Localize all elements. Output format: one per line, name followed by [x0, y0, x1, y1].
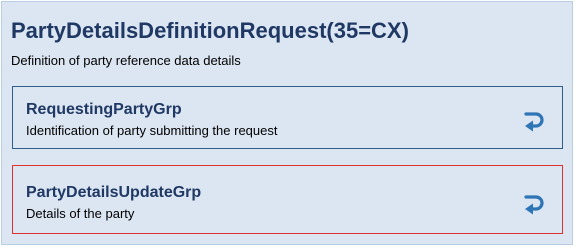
- message-description: Definition of party reference data detai…: [11, 53, 241, 68]
- group-title: PartyDetailsUpdateGrp: [26, 184, 202, 201]
- group-box-requesting-party[interactable]: RequestingPartyGrp Identification of par…: [12, 86, 563, 149]
- message-title: PartyDetailsDefinitionRequest(35=CX): [11, 18, 409, 43]
- group-description: Details of the party: [26, 206, 135, 221]
- group-title: RequestingPartyGrp: [26, 101, 182, 118]
- group-description: Identification of party submitting the r…: [26, 123, 278, 138]
- return-arrow-icon[interactable]: [520, 190, 548, 218]
- return-arrow-icon[interactable]: [520, 107, 548, 135]
- message-container: PartyDetailsDefinitionRequest(35=CX) Def…: [1, 1, 573, 245]
- group-box-party-details-update[interactable]: PartyDetailsUpdateGrp Details of the par…: [12, 165, 563, 234]
